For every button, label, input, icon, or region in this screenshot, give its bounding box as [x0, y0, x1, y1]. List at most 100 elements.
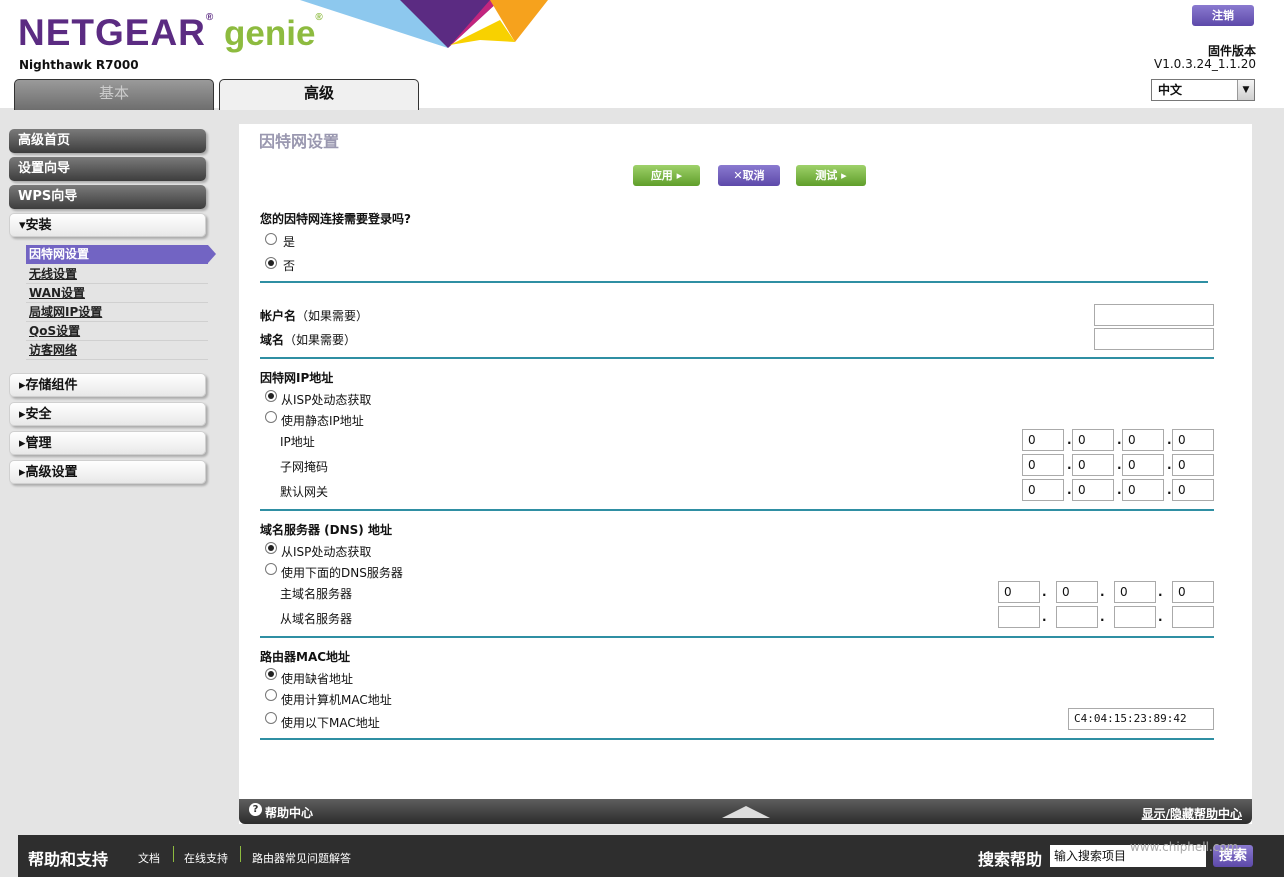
toggle-help-center-link[interactable]: 显示/隐藏帮助中心	[1142, 805, 1242, 822]
nav-item-qos-setup[interactable]: QoS设置	[26, 322, 208, 341]
secondary-dns-octet-4[interactable]	[1172, 606, 1214, 628]
mac-address-input[interactable]: C4:04:15:23:89:42	[1068, 708, 1214, 730]
subnet-mask-label: 子网掩码	[280, 460, 329, 474]
mac-default-radio[interactable]	[265, 668, 277, 680]
dns-manual-radio[interactable]	[265, 563, 277, 575]
secondary-dns-octet-2[interactable]	[1056, 606, 1098, 628]
logo-netgear: NETGEAR	[18, 12, 206, 53]
ip-dynamic-label: 从ISP处动态获取	[281, 393, 372, 407]
help-icon: ?	[249, 803, 262, 816]
ip-static-radio[interactable]	[265, 411, 277, 423]
primary-dns-octet-3[interactable]: 0	[1114, 581, 1156, 603]
octet-separator: .	[1100, 610, 1105, 624]
octet-separator: .	[1117, 458, 1122, 472]
primary-dns-octet-4[interactable]: 0	[1172, 581, 1214, 603]
firmware-version: V1.0.3.24_1.1.20	[1154, 57, 1256, 71]
decorative-triangles-graphic	[300, 0, 548, 48]
ip-octet-1[interactable]: 0	[1022, 429, 1064, 451]
ip-dynamic-radio[interactable]	[265, 390, 277, 402]
tab-basic[interactable]: 基本	[14, 79, 214, 110]
login-no-label: 否	[283, 259, 296, 273]
octet-separator: .	[1067, 458, 1072, 472]
login-question: 您的因特网连接需要登录吗?	[260, 212, 411, 226]
ip-octet-3[interactable]: 0	[1122, 429, 1164, 451]
tab-advanced[interactable]: 高级	[219, 79, 419, 110]
footer-title: 帮助和支持	[28, 850, 109, 869]
octet-separator: .	[1158, 610, 1163, 624]
nav-wps-wizard[interactable]: WPS向导	[9, 185, 206, 209]
octet-separator: .	[1067, 483, 1072, 497]
gateway-octet-2[interactable]: 0	[1072, 479, 1114, 501]
nav-section-security[interactable]: ▸安全	[9, 402, 206, 426]
divider	[260, 509, 1214, 511]
domain-name-label: 域名（如果需要）	[260, 331, 356, 348]
dns-dynamic-label: 从ISP处动态获取	[281, 545, 372, 559]
gateway-octet-1[interactable]: 0	[1022, 479, 1064, 501]
search-help-title: 搜索帮助	[978, 850, 1043, 869]
divider	[260, 636, 1214, 638]
primary-dns-octet-2[interactable]: 0	[1056, 581, 1098, 603]
cancel-button[interactable]: ✕取消	[718, 165, 780, 186]
mac-computer-radio[interactable]	[265, 689, 277, 701]
nav-section-install[interactable]: ▾安装	[9, 213, 206, 237]
mac-custom-radio[interactable]	[265, 712, 277, 724]
octet-separator: .	[1167, 433, 1172, 447]
nav-section-storage[interactable]: ▸存储组件	[9, 373, 206, 397]
gateway-octet-3[interactable]: 0	[1122, 479, 1164, 501]
octet-separator: .	[1100, 585, 1105, 599]
netgear-genie-logo: NETGEAR® genie®	[18, 12, 324, 54]
mask-octet-3[interactable]: 0	[1122, 454, 1164, 476]
nav-item-internet-setup[interactable]: 因特网设置	[26, 245, 216, 264]
nav-item-lan-ip-setup[interactable]: 局域网IP设置	[26, 303, 208, 322]
dns-manual-label: 使用下面的DNS服务器	[281, 566, 403, 580]
nav-setup-wizard[interactable]: 设置向导	[9, 157, 206, 181]
login-no-radio[interactable]	[265, 257, 277, 269]
nav-section-administration[interactable]: ▸管理	[9, 431, 206, 455]
language-value: 中文	[1158, 83, 1183, 97]
nav-item-guest-network[interactable]: 访客网络	[26, 341, 208, 360]
nav-item-wireless-setup[interactable]: 无线设置	[26, 265, 208, 284]
dns-title: 域名服务器 (DNS) 地址	[260, 523, 392, 537]
mask-octet-4[interactable]: 0	[1172, 454, 1214, 476]
octet-separator: .	[1167, 458, 1172, 472]
secondary-dns-octet-3[interactable]	[1114, 606, 1156, 628]
ip-octet-4[interactable]: 0	[1172, 429, 1214, 451]
mask-octet-2[interactable]: 0	[1072, 454, 1114, 476]
help-center-title: ? 帮助中心	[249, 803, 313, 821]
help-center-bar[interactable]: ? 帮助中心 显示/隐藏帮助中心	[239, 799, 1252, 824]
secondary-dns-octet-1[interactable]	[998, 606, 1040, 628]
footer-link-docs[interactable]: 文档	[138, 850, 160, 866]
octet-separator: .	[1042, 585, 1047, 599]
mask-octet-1[interactable]: 0	[1022, 454, 1064, 476]
test-button[interactable]: 测试 ▸	[796, 165, 866, 186]
page-title: 因特网设置	[259, 132, 340, 151]
language-select[interactable]: 中文 ▼	[1151, 79, 1255, 101]
dns-dynamic-radio[interactable]	[265, 542, 277, 554]
divider	[260, 281, 1208, 283]
account-name-input[interactable]	[1094, 304, 1214, 326]
login-yes-radio[interactable]	[265, 233, 277, 245]
gateway-octet-4[interactable]: 0	[1172, 479, 1214, 501]
ip-octet-2[interactable]: 0	[1072, 429, 1114, 451]
router-model: Nighthawk R7000	[19, 58, 139, 72]
footer-link-faq[interactable]: 路由器常见问题解答	[252, 850, 351, 866]
domain-name-input[interactable]	[1094, 328, 1214, 350]
divider	[260, 357, 1214, 359]
nav-item-wan-setup[interactable]: WAN设置	[26, 284, 208, 303]
apply-button[interactable]: 应用 ▸	[633, 165, 700, 186]
mac-default-label: 使用缺省地址	[281, 672, 354, 686]
nav-section-advanced-setup[interactable]: ▸高级设置	[9, 460, 206, 484]
internet-setup-panel: 因特网设置 应用 ▸ ✕取消 测试 ▸ 您的因特网连接需要登录吗? 是 否 帐户…	[239, 124, 1252, 824]
watermark-text: www.chiphell.com	[1130, 840, 1239, 854]
expand-arrow-icon[interactable]	[722, 806, 770, 818]
footer-link-online-support[interactable]: 在线支持	[184, 850, 228, 866]
primary-dns-octet-1[interactable]: 0	[998, 581, 1040, 603]
account-name-label: 帐户名（如果需要）	[260, 307, 368, 324]
chevron-down-icon: ▼	[1237, 80, 1254, 100]
nav-advanced-home[interactable]: 高级首页	[9, 129, 206, 153]
mac-title: 路由器MAC地址	[260, 650, 351, 664]
footer-separator	[173, 846, 174, 862]
mac-computer-label: 使用计算机MAC地址	[281, 693, 392, 707]
account-name-hint: （如果需要）	[296, 309, 369, 323]
logout-button[interactable]: 注销	[1192, 5, 1254, 26]
